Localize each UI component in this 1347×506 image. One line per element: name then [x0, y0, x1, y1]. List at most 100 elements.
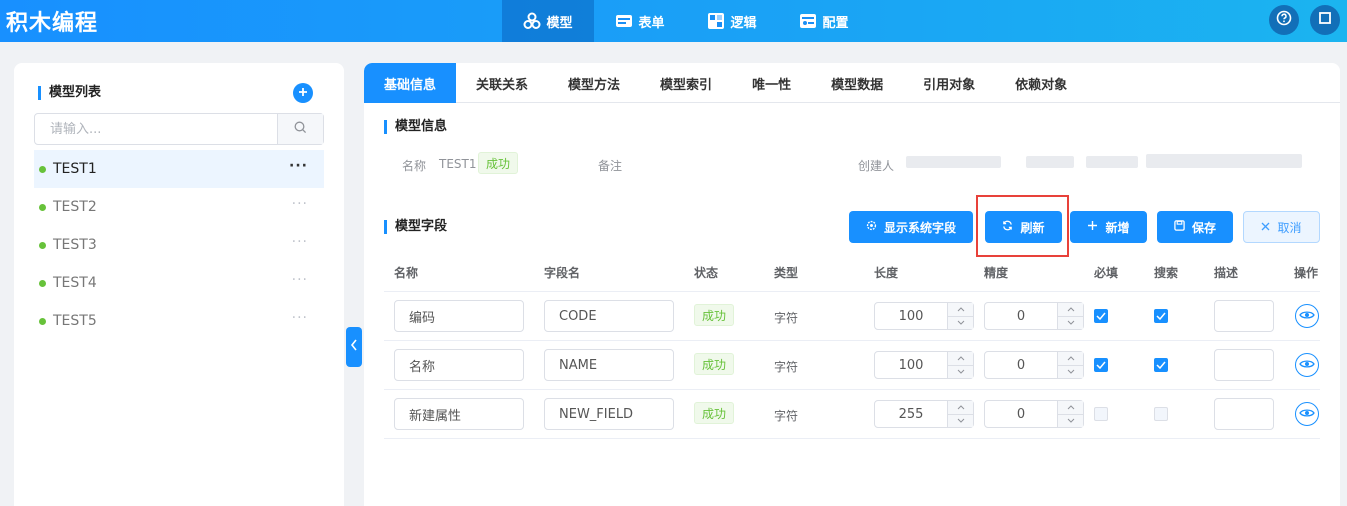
- precision-stepper[interactable]: 0: [984, 302, 1084, 330]
- chevron-down-icon[interactable]: [1058, 366, 1083, 379]
- topnav-item-logic[interactable]: 逻辑: [686, 0, 778, 42]
- fullscreen-button[interactable]: [1310, 5, 1340, 35]
- tab-indexes[interactable]: 模型索引: [640, 63, 732, 103]
- model-search-input[interactable]: [35, 114, 277, 144]
- cancel-button[interactable]: 取消: [1243, 211, 1320, 243]
- tab-basic-info[interactable]: 基础信息: [364, 63, 457, 103]
- model-info-title: 模型信息: [384, 120, 447, 134]
- search-checkbox[interactable]: [1154, 309, 1168, 323]
- model-list-item[interactable]: TEST1 ···: [34, 150, 324, 188]
- add-model-button[interactable]: [293, 83, 313, 103]
- topnav-item-model[interactable]: 模型: [502, 0, 594, 42]
- chevron-down-icon[interactable]: [948, 366, 973, 379]
- eye-icon: [1299, 309, 1315, 324]
- logic-icon: [707, 12, 725, 30]
- more-icon[interactable]: ···: [289, 158, 308, 174]
- model-list-panel: 模型列表 TEST1 ··· TEST2 ··· TEST3 ···: [14, 63, 344, 506]
- plus-icon: [1087, 220, 1098, 234]
- tab-methods[interactable]: 模型方法: [548, 63, 640, 103]
- precision-stepper[interactable]: 0: [984, 400, 1084, 428]
- required-checkbox[interactable]: [1094, 309, 1108, 323]
- column-header-name: 名称: [394, 266, 419, 280]
- length-value[interactable]: 100: [875, 303, 947, 329]
- model-list-item[interactable]: TEST2 ···: [34, 188, 324, 226]
- field-code-input[interactable]: NAME: [544, 349, 674, 381]
- cubes-icon: [523, 12, 541, 30]
- tab-relations[interactable]: 关联关系: [456, 63, 548, 103]
- topnav-item-form[interactable]: 表单: [594, 0, 686, 42]
- view-button[interactable]: [1295, 402, 1319, 426]
- more-icon[interactable]: ···: [292, 272, 308, 288]
- chevron-up-icon[interactable]: [1058, 352, 1083, 366]
- refresh-button[interactable]: 刷新: [985, 211, 1062, 243]
- description-input[interactable]: [1214, 398, 1274, 430]
- view-button[interactable]: [1295, 353, 1319, 377]
- tab-model-data[interactable]: 模型数据: [811, 63, 903, 103]
- more-icon[interactable]: ···: [292, 310, 308, 326]
- model-list: TEST1 ··· TEST2 ··· TEST3 ··· TEST4 ··· …: [34, 150, 324, 340]
- column-header-length: 长度: [874, 266, 899, 280]
- length-stepper[interactable]: 255: [874, 400, 974, 428]
- model-name: TEST3: [53, 237, 97, 253]
- field-name-input[interactable]: 名称: [394, 349, 524, 381]
- model-list-item[interactable]: TEST3 ···: [34, 226, 324, 264]
- chevron-up-icon[interactable]: [1058, 303, 1083, 317]
- search-checkbox[interactable]: [1154, 407, 1168, 421]
- tab-uniqueness[interactable]: 唯一性: [732, 63, 811, 103]
- chevron-down-icon[interactable]: [948, 317, 973, 330]
- tab-dependencies[interactable]: 依赖对象: [995, 63, 1087, 103]
- field-code-input[interactable]: CODE: [544, 300, 674, 332]
- help-button[interactable]: [1269, 5, 1299, 35]
- search-checkbox[interactable]: [1154, 358, 1168, 372]
- chevron-up-icon[interactable]: [948, 401, 973, 415]
- show-system-fields-label: 显示系统字段: [883, 220, 956, 235]
- precision-value[interactable]: 0: [985, 401, 1057, 427]
- save-button[interactable]: 保存: [1157, 211, 1233, 243]
- chevron-up-icon[interactable]: [948, 352, 973, 366]
- description-input[interactable]: [1214, 349, 1274, 381]
- field-name-input[interactable]: 编码: [394, 300, 524, 332]
- precision-value[interactable]: 0: [985, 303, 1057, 329]
- model-list-item[interactable]: TEST5 ···: [34, 302, 324, 340]
- topnav-item-config[interactable]: 配置: [778, 0, 870, 42]
- model-name: TEST2: [53, 199, 97, 215]
- required-checkbox[interactable]: [1094, 407, 1108, 421]
- show-system-fields-button[interactable]: 显示系统字段: [849, 211, 973, 243]
- length-stepper[interactable]: 100: [874, 302, 974, 330]
- tab-references[interactable]: 引用对象: [903, 63, 995, 103]
- refresh-icon: [1002, 220, 1013, 234]
- length-value[interactable]: 100: [875, 352, 947, 378]
- chevron-down-icon[interactable]: [948, 415, 973, 428]
- field-name-input[interactable]: 新建属性: [394, 398, 524, 430]
- more-icon[interactable]: ···: [292, 234, 308, 250]
- collapse-sidebar-button[interactable]: [346, 327, 362, 367]
- chevron-up-icon[interactable]: [1058, 401, 1083, 415]
- more-icon[interactable]: ···: [292, 196, 308, 212]
- view-button[interactable]: [1295, 304, 1319, 328]
- app-title: 积木编程: [6, 11, 99, 36]
- topnav-label: 逻辑: [730, 15, 757, 31]
- precision-stepper[interactable]: 0: [984, 351, 1084, 379]
- status-dot: [39, 203, 46, 211]
- add-field-button[interactable]: 新增: [1070, 211, 1147, 243]
- column-header-type: 类型: [774, 266, 799, 280]
- field-type: 字符: [774, 360, 799, 374]
- status-badge: 成功: [694, 353, 735, 375]
- required-checkbox[interactable]: [1094, 358, 1108, 372]
- status-dot: [39, 241, 46, 249]
- chevron-up-icon[interactable]: [948, 303, 973, 317]
- add-field-label: 新增: [1105, 220, 1130, 235]
- precision-value[interactable]: 0: [985, 352, 1057, 378]
- status-badge: 成功: [478, 152, 519, 174]
- refresh-label: 刷新: [1020, 220, 1045, 235]
- description-input[interactable]: [1214, 300, 1274, 332]
- name-value: TEST1: [439, 157, 477, 171]
- length-stepper[interactable]: 100: [874, 351, 974, 379]
- model-list-item[interactable]: TEST4 ···: [34, 264, 324, 302]
- chevron-down-icon[interactable]: [1058, 317, 1083, 330]
- search-button[interactable]: [277, 114, 323, 144]
- length-value[interactable]: 255: [875, 401, 947, 427]
- model-name: TEST4: [53, 275, 97, 291]
- field-code-input[interactable]: NEW_FIELD: [544, 398, 674, 430]
- chevron-down-icon[interactable]: [1058, 415, 1083, 428]
